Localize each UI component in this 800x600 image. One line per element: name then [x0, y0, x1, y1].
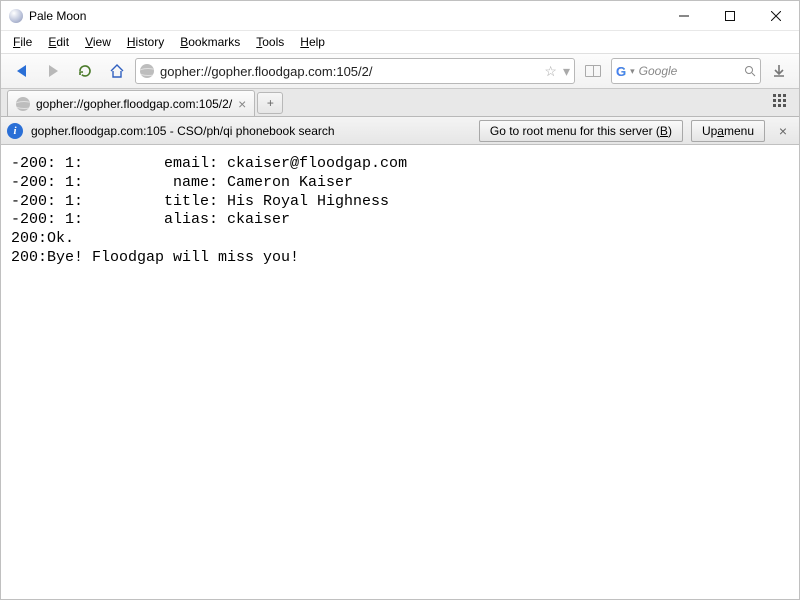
- page-content: -200: 1: email: ckaiser@floodgap.com -20…: [1, 145, 799, 599]
- root-menu-button[interactable]: Go to root menu for this server (B): [479, 120, 683, 142]
- search-engine-caret[interactable]: ▾: [630, 66, 635, 77]
- downloads-button[interactable]: [765, 58, 793, 84]
- tab-bar: gopher://gopher.floodgap.com:105/2/ × +: [1, 89, 799, 117]
- site-identity-icon[interactable]: [140, 64, 154, 78]
- up-menu-button[interactable]: Up a menu: [691, 120, 765, 142]
- menu-tools[interactable]: Tools: [250, 33, 290, 51]
- address-bar[interactable]: gopher://gopher.floodgap.com:105/2/ ☆ ▾: [135, 58, 575, 84]
- back-button[interactable]: [7, 58, 35, 84]
- addr-dropdown-icon[interactable]: ▾: [563, 63, 570, 80]
- tab-active[interactable]: gopher://gopher.floodgap.com:105/2/ ×: [7, 90, 255, 116]
- forward-arrow-icon: [49, 65, 58, 77]
- home-icon: [109, 63, 125, 79]
- search-placeholder: Google: [639, 64, 740, 78]
- info-bar-close-icon[interactable]: ×: [773, 121, 793, 141]
- maximize-button[interactable]: [707, 1, 753, 30]
- search-go-icon[interactable]: [744, 65, 756, 77]
- search-engine-icon[interactable]: G: [616, 64, 626, 79]
- forward-button[interactable]: [39, 58, 67, 84]
- minimize-button[interactable]: [661, 1, 707, 30]
- menubar: File Edit View History Bookmarks Tools H…: [1, 31, 799, 53]
- menu-view[interactable]: View: [79, 33, 117, 51]
- window-controls: [661, 1, 799, 30]
- window-title: Pale Moon: [29, 9, 86, 23]
- close-button[interactable]: [753, 1, 799, 30]
- new-tab-button[interactable]: +: [257, 92, 283, 114]
- menu-bookmarks[interactable]: Bookmarks: [174, 33, 246, 51]
- back-arrow-icon: [17, 65, 26, 77]
- menu-file[interactable]: File: [7, 33, 38, 51]
- search-bar[interactable]: G ▾ Google: [611, 58, 761, 84]
- reload-button[interactable]: [71, 58, 99, 84]
- reload-icon: [77, 63, 93, 79]
- tab-close-icon[interactable]: ×: [238, 96, 246, 112]
- download-icon: [771, 63, 787, 79]
- menu-history[interactable]: History: [121, 33, 170, 51]
- tab-favicon: [16, 97, 30, 111]
- home-button[interactable]: [103, 58, 131, 84]
- reader-mode-button[interactable]: [579, 58, 607, 84]
- info-bar: i gopher.floodgap.com:105 - CSO/ph/qi ph…: [1, 117, 799, 145]
- menu-edit[interactable]: Edit: [42, 33, 75, 51]
- titlebar: Pale Moon: [1, 1, 799, 31]
- menu-help[interactable]: Help: [294, 33, 331, 51]
- info-icon: i: [7, 123, 23, 139]
- app-icon: [9, 9, 23, 23]
- url-text[interactable]: gopher://gopher.floodgap.com:105/2/: [160, 64, 538, 79]
- info-bar-text: gopher.floodgap.com:105 - CSO/ph/qi phon…: [31, 124, 471, 138]
- reader-icon: [585, 65, 601, 77]
- all-tabs-button[interactable]: [773, 94, 791, 112]
- bookmark-star-icon[interactable]: ☆: [544, 63, 557, 80]
- tab-title: gopher://gopher.floodgap.com:105/2/: [36, 97, 232, 111]
- nav-toolbar: gopher://gopher.floodgap.com:105/2/ ☆ ▾ …: [1, 53, 799, 89]
